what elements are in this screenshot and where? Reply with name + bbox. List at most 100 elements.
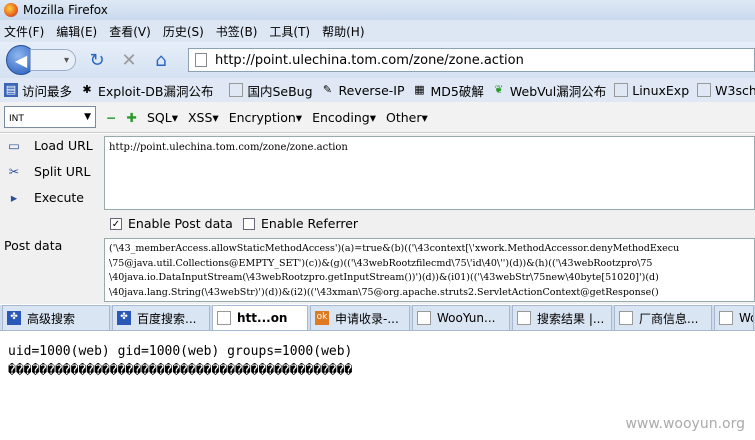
hackbar-menus: − ✚ SQL▾ XSS▾ Encryption▾ Encoding▾ Other▾ <box>106 110 438 125</box>
bookmark-w3school[interactable]: W3school <box>697 83 755 98</box>
tab-label: 百度搜索... <box>137 311 197 326</box>
menu-view[interactable]: 查看(V) <box>109 23 151 40</box>
tab-submit[interactable]: ok 申请收录-... <box>310 305 410 330</box>
paw-icon: ✤ <box>117 311 131 325</box>
bookmark-label: MD5破解 <box>430 83 484 99</box>
menu-help[interactable]: 帮助(H) <box>322 23 364 40</box>
tab-label: WooYun... <box>437 311 496 325</box>
tab-baidu[interactable]: ✤ 百度搜索... <box>112 305 210 330</box>
garbled-output: ����������������������������������������… <box>8 363 353 378</box>
split-url-button[interactable]: ✂ Split URL <box>4 164 91 179</box>
bookmark-sebug[interactable]: 国内SeBug <box>229 81 313 100</box>
plus-icon[interactable]: ✚ <box>126 110 136 125</box>
tab-wooyun[interactable]: WooYun... <box>412 305 510 330</box>
page-icon <box>719 311 733 325</box>
bookmark-label: 访问最多 <box>22 83 73 99</box>
tab-label: 高级搜索 <box>27 311 76 326</box>
tab-search-results[interactable]: 搜索结果 |... <box>512 305 612 330</box>
url-text: http://point.ulechina.tom.com/zone/zone.… <box>215 52 524 68</box>
menu-file[interactable]: 文件(F) <box>4 23 44 40</box>
page-icon <box>614 83 629 97</box>
tab-label: 申请收录-... <box>335 311 399 326</box>
type-select[interactable]: INT ▼ <box>4 106 96 128</box>
url-textarea[interactable]: http://point.ulechina.tom.com/zone/zone.… <box>104 136 755 210</box>
enable-post-checkbox[interactable]: ✓ Enable Post data <box>110 216 233 231</box>
check-icon: ✓ <box>110 217 122 230</box>
page-icon <box>217 311 231 325</box>
hackbar-toolbar: INT ▼ − ✚ SQL▾ XSS▾ Encryption▾ Encoding▾ Othe… <box>0 102 755 133</box>
bookmark-folder-icon: ▤ <box>4 83 18 97</box>
tab-label: 厂商信息... <box>639 311 699 326</box>
scissors-icon: ✂ <box>8 164 20 179</box>
post-data-label: Post data <box>4 238 63 253</box>
play-icon: ▸ <box>10 190 18 205</box>
arrow-left-icon: ◀ <box>14 50 28 70</box>
tab-wooyun-2[interactable]: Wo <box>714 305 754 330</box>
home-icon: ⌂ <box>155 49 167 71</box>
grid-icon: ▦ <box>414 83 425 96</box>
menu-encryption[interactable]: Encryption▾ <box>229 110 302 125</box>
enable-post-label: Enable Post data <box>128 216 233 231</box>
execute-button[interactable]: ▸ Execute <box>4 190 84 205</box>
load-url-label: Load URL <box>34 138 93 153</box>
menu-other[interactable]: Other▾ <box>386 110 428 125</box>
home-button[interactable]: ⌂ <box>150 49 172 71</box>
chevron-down-icon: ▼ <box>84 112 91 122</box>
window-title: Mozilla Firefox <box>23 3 108 17</box>
menu-tools[interactable]: 工具(T) <box>269 23 310 40</box>
title-bar: Mozilla Firefox <box>0 0 755 20</box>
url-bar[interactable]: http://point.ulechina.tom.com/zone/zone.… <box>188 48 755 72</box>
bookmark-webvul[interactable]: ❦ WebVul漏洞公布 <box>492 81 606 100</box>
menu-bar: 文件(F) 编辑(E) 查看(V) 历史(S) 书签(B) 工具(T) 帮助(H) <box>0 20 755 42</box>
menu-encoding[interactable]: Encoding▾ <box>312 110 376 125</box>
menu-edit[interactable]: 编辑(E) <box>56 23 97 40</box>
stop-button[interactable]: ✕ <box>118 49 140 71</box>
navigation-toolbar: ◀ ▾ ↻ ✕ ⌂ http://point.ulechina.tom.com/… <box>0 42 755 78</box>
paw-icon: ✤ <box>7 311 21 325</box>
load-icon: ▭ <box>8 138 20 153</box>
bookmark-label: Exploit-DB漏洞公布 <box>98 83 214 99</box>
bookmark-linuxexp[interactable]: LinuxExp <box>614 83 689 98</box>
bookmark-label: 国内SeBug <box>247 83 313 99</box>
tool-icon: ✎ <box>322 83 333 96</box>
page-icon <box>417 311 431 325</box>
select-value: INT <box>9 114 24 124</box>
page-icon <box>697 83 712 97</box>
command-output: uid=1000(web) gid=1000(web) groups=1000(… <box>8 344 353 359</box>
tab-advanced-search[interactable]: ✤ 高级搜索 <box>2 305 110 330</box>
bookmark-exploit-db[interactable]: ✱ Exploit-DB漏洞公布 <box>80 81 213 100</box>
chevron-down-icon: ▾ <box>63 54 69 66</box>
menu-xss[interactable]: XSS▾ <box>188 110 219 125</box>
bookmark-md5[interactable]: ▦ MD5破解 <box>413 81 484 100</box>
bookmark-label: WebVul漏洞公布 <box>509 83 607 99</box>
page-icon <box>619 311 633 325</box>
tab-strip: ✤ 高级搜索 ✤ 百度搜索... htt...on ok 申请收录-... WooYu… <box>0 305 755 331</box>
enable-referrer-checkbox[interactable]: Enable Referrer <box>243 216 358 231</box>
leaf-icon: ❦ <box>494 83 504 96</box>
ok-icon: ok <box>315 311 329 325</box>
close-icon: ✕ <box>121 49 137 71</box>
page-icon <box>229 83 244 97</box>
page-content: uid=1000(web) gid=1000(web) groups=1000(… <box>0 332 755 440</box>
forward-button[interactable]: ▾ <box>30 49 76 71</box>
load-url-button[interactable]: ▭ Load URL <box>4 138 93 153</box>
execute-label: Execute <box>34 190 84 205</box>
menu-sql[interactable]: SQL▾ <box>147 110 178 125</box>
minus-icon[interactable]: − <box>106 110 116 125</box>
reload-button[interactable]: ↻ <box>86 49 108 71</box>
tab-vendor-info[interactable]: 厂商信息... <box>614 305 712 330</box>
menu-history[interactable]: 历史(S) <box>163 23 204 40</box>
bookmark-reverse-ip[interactable]: ✎ Reverse-IP <box>321 83 405 98</box>
bookmark-label: Reverse-IP <box>338 82 405 98</box>
bug-icon: ✱ <box>82 83 92 96</box>
split-url-label: Split URL <box>34 164 91 179</box>
enable-referrer-label: Enable Referrer <box>261 216 359 231</box>
tab-label: Wo <box>739 311 753 325</box>
hackbar-panel: ▭ Load URL ✂ Split URL ▸ Execute http://poi… <box>0 134 755 304</box>
tab-active[interactable]: htt...on <box>212 305 308 330</box>
tab-label: htt...on <box>237 311 288 325</box>
post-data-textarea[interactable]: ('\43_memberAccess.allowStaticMethodAcce… <box>104 238 755 302</box>
firefox-icon <box>4 3 18 17</box>
menu-bookmarks[interactable]: 书签(B) <box>216 23 258 40</box>
bookmark-most-visited[interactable]: ▤ 访问最多 <box>4 81 72 100</box>
